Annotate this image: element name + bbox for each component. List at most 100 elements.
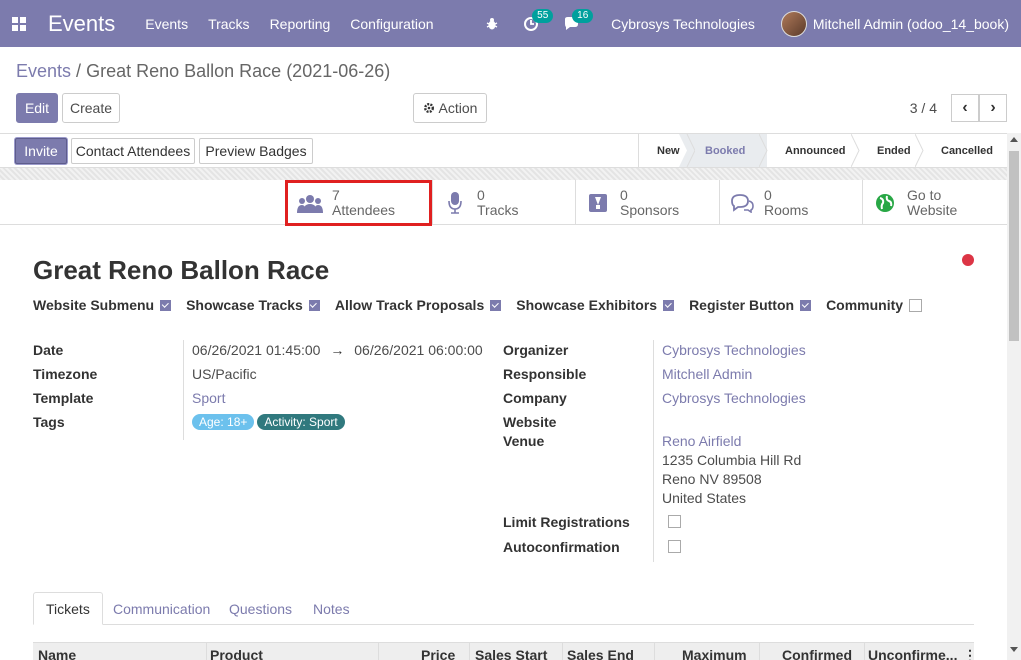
- checkbox[interactable]: [160, 299, 172, 311]
- flag-register-button[interactable]: Register Button: [689, 297, 812, 313]
- column-price[interactable]: Price: [421, 647, 455, 660]
- column-maximum[interactable]: Maximum: [682, 647, 747, 660]
- pager-next-icon[interactable]: ›: [979, 94, 1007, 122]
- column-sales-end[interactable]: Sales End: [567, 647, 634, 660]
- stage-new[interactable]: New: [639, 134, 695, 167]
- pager-previous-icon[interactable]: ‹: [951, 94, 979, 122]
- flag-website-submenu[interactable]: Website Submenu: [33, 297, 172, 313]
- column-separator: [206, 643, 207, 660]
- company-switcher[interactable]: Cybrosys Technologies: [611, 16, 755, 32]
- organizer-link[interactable]: Cybrosys Technologies: [662, 342, 806, 358]
- chat-icon: [731, 193, 754, 213]
- rooms-count: 0: [764, 186, 772, 203]
- autoconfirmation-checkbox[interactable]: [668, 540, 681, 553]
- stage-cancelled[interactable]: Cancelled: [923, 134, 1007, 167]
- stage-separator: [759, 134, 768, 167]
- checkbox[interactable]: [663, 299, 675, 311]
- arrow-right-icon: →: [330, 342, 345, 358]
- scroll-thumb[interactable]: [1009, 151, 1019, 341]
- tab-notes[interactable]: Notes: [313, 592, 350, 625]
- flag-showcase-exhibitors[interactable]: Showcase Exhibitors: [516, 297, 675, 313]
- tracks-smart-button[interactable]: 0 Tracks: [432, 180, 575, 225]
- template-link[interactable]: Sport: [192, 390, 225, 406]
- column-separator: [562, 643, 563, 660]
- scroll-up-icon[interactable]: [1010, 137, 1018, 142]
- pager-value[interactable]: 3 / 4: [910, 100, 937, 116]
- tag-age[interactable]: Age: 18+: [192, 414, 255, 430]
- website-label: Website: [907, 201, 958, 218]
- messages-icon[interactable]: 16: [563, 8, 594, 32]
- scroll-down-icon[interactable]: [1010, 647, 1018, 652]
- breadcrumb-parent[interactable]: Events: [16, 61, 71, 81]
- stage-cancelled-label: Cancelled: [941, 144, 993, 157]
- checkbox[interactable]: [308, 299, 320, 311]
- status-indicator[interactable]: [962, 254, 974, 266]
- sponsors-count: 0: [620, 186, 628, 203]
- flag-community[interactable]: Community: [826, 297, 923, 313]
- stage-new-label: New: [657, 144, 680, 157]
- breadcrumb-separator: /: [76, 61, 82, 81]
- invite-button[interactable]: Invite: [15, 138, 67, 164]
- flag-showcase-tracks[interactable]: Showcase Tracks: [186, 297, 320, 313]
- app-name[interactable]: Events: [48, 11, 115, 37]
- preview-badges-button[interactable]: Preview Badges: [199, 138, 313, 164]
- checkbox[interactable]: [490, 299, 502, 311]
- tab-questions[interactable]: Questions: [229, 592, 292, 625]
- column-confirmed[interactable]: Confirmed: [782, 647, 852, 660]
- attendees-highlight-box: [285, 180, 432, 226]
- tags-field[interactable]: Age: 18+ Activity: Sport: [192, 413, 348, 430]
- stage-ended[interactable]: Ended: [859, 134, 924, 167]
- page-scrollbar[interactable]: [1007, 133, 1021, 660]
- column-name[interactable]: Name: [38, 647, 76, 660]
- company-link[interactable]: Cybrosys Technologies: [662, 390, 806, 406]
- activity-clock-icon[interactable]: 55: [523, 8, 554, 32]
- top-navbar: Events Events Tracks Reporting Configura…: [0, 0, 1021, 47]
- column-product[interactable]: Product: [210, 647, 263, 660]
- website-flags: Website Submenu Showcase Tracks Allow Tr…: [33, 297, 937, 313]
- sponsors-smart-button[interactable]: 0 Sponsors: [575, 180, 718, 225]
- menu-configuration[interactable]: Configuration: [350, 16, 433, 32]
- checkbox[interactable]: [909, 298, 923, 312]
- stage-announced-label: Announced: [785, 144, 846, 157]
- sheet-background: [0, 168, 1007, 180]
- timezone-field[interactable]: US/Pacific: [192, 366, 257, 382]
- apps-menu-icon[interactable]: [4, 0, 34, 47]
- stage-announced[interactable]: Announced: [767, 134, 860, 167]
- action-button[interactable]: Action: [413, 93, 487, 123]
- date-label: Date: [33, 342, 64, 358]
- user-menu[interactable]: Mitchell Admin (odoo_14_book): [813, 16, 1009, 32]
- create-button[interactable]: Create: [62, 93, 120, 123]
- responsible-link[interactable]: Mitchell Admin: [662, 366, 752, 382]
- column-separator: [759, 643, 760, 660]
- website-count: Go to: [907, 186, 942, 203]
- checkbox[interactable]: [800, 299, 812, 311]
- menu-reporting[interactable]: Reporting: [270, 16, 331, 32]
- message-count-badge: 16: [572, 8, 594, 23]
- venue-label: Venue: [503, 433, 545, 449]
- event-title[interactable]: Great Reno Ballon Race: [33, 255, 329, 286]
- tag-activity[interactable]: Activity: Sport: [257, 414, 345, 430]
- avatar[interactable]: [780, 10, 807, 37]
- contact-attendees-button[interactable]: Contact Attendees: [71, 138, 195, 164]
- organizer-label: Organizer: [503, 342, 569, 358]
- venue-link[interactable]: Reno Airfield: [662, 433, 741, 449]
- globe-icon: [876, 193, 894, 212]
- column-separator: [654, 643, 655, 660]
- go-to-website-smart-button[interactable]: Go to Website: [862, 180, 1007, 225]
- stage-booked[interactable]: Booked: [687, 134, 768, 167]
- menu-tracks[interactable]: Tracks: [208, 16, 249, 32]
- column-options-icon[interactable]: ⋮: [963, 647, 977, 660]
- limit-registrations-checkbox[interactable]: [668, 515, 681, 528]
- sponsors-label: Sponsors: [620, 201, 680, 218]
- bug-icon[interactable]: [485, 17, 499, 31]
- edit-button[interactable]: Edit: [16, 93, 58, 123]
- tab-tickets[interactable]: Tickets: [33, 592, 103, 625]
- smart-button-box: 7 Attendees 0 Tracks 0 Sponsors 0 Rooms Go t…: [0, 180, 1007, 225]
- column-unconfirmed[interactable]: Unconfirme...: [868, 647, 957, 660]
- tab-communication[interactable]: Communication: [113, 592, 210, 625]
- menu-events[interactable]: Events: [145, 16, 188, 32]
- rooms-smart-button[interactable]: 0 Rooms: [719, 180, 862, 225]
- date-field[interactable]: 06/26/2021 01:45:00 → 06/26/2021 06:00:0…: [192, 342, 483, 358]
- column-sales-start[interactable]: Sales Start: [475, 647, 547, 660]
- flag-allow-track-proposals[interactable]: Allow Track Proposals: [335, 297, 502, 313]
